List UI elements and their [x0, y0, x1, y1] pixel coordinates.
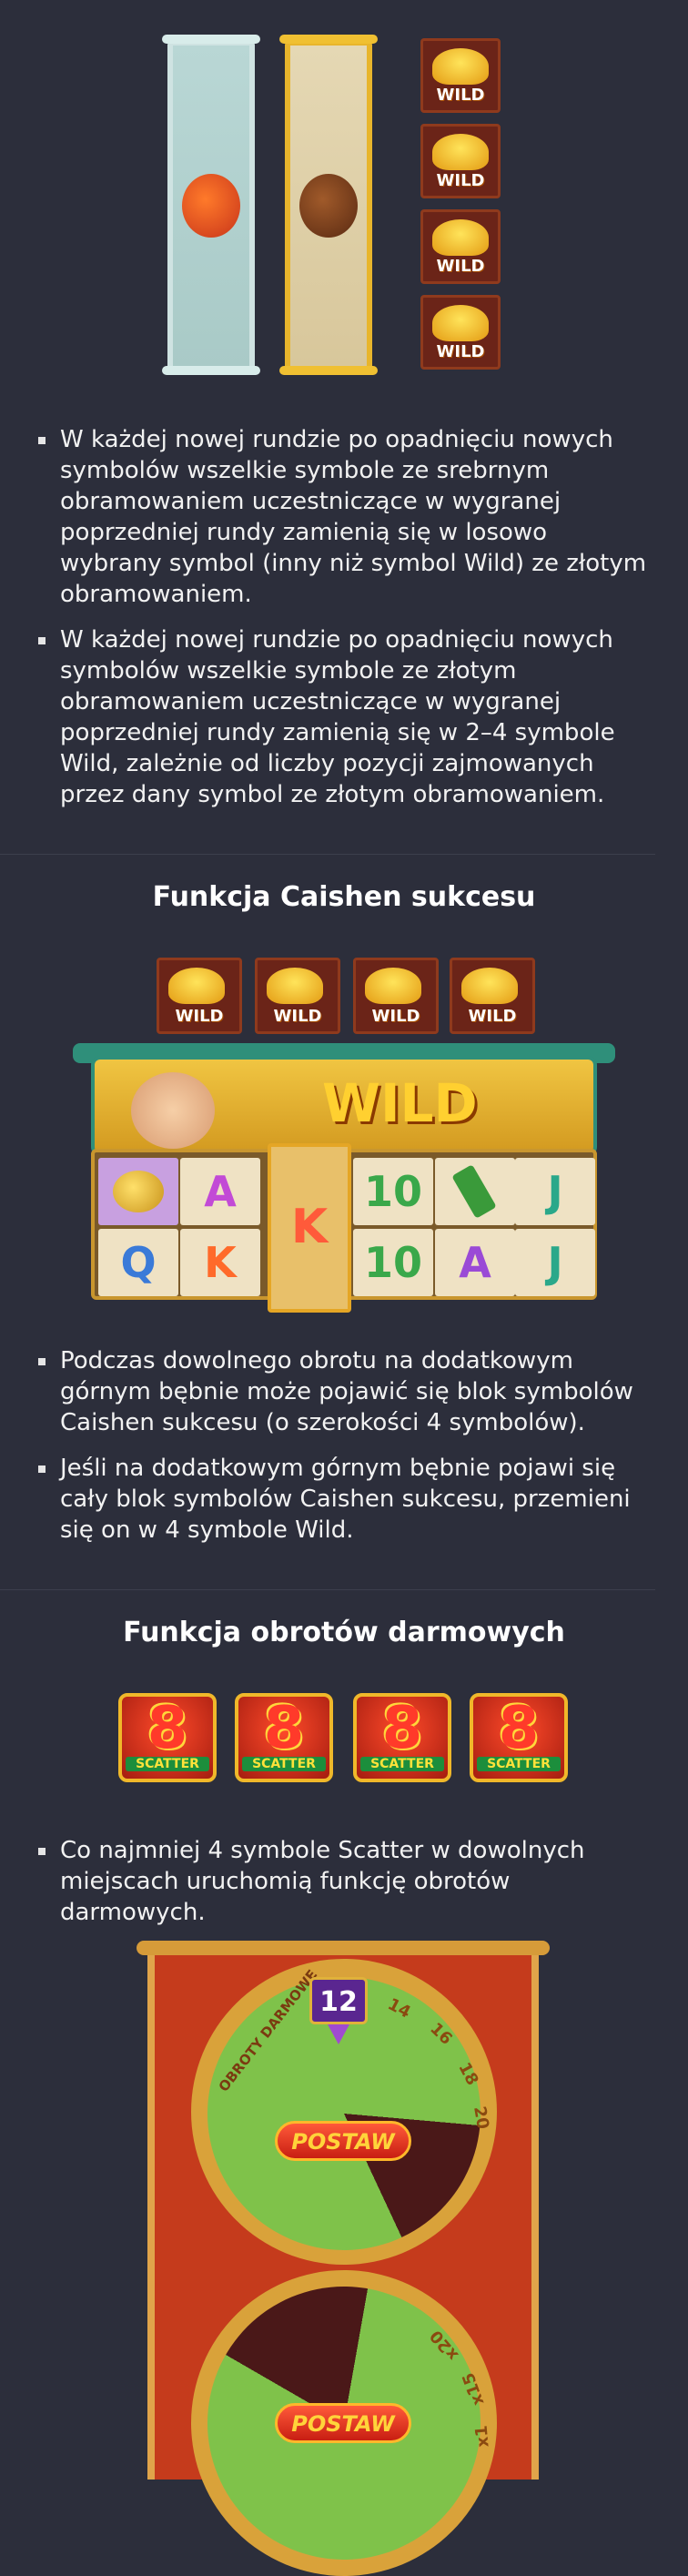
golden-toad-icon [113, 1171, 164, 1212]
scatter-number: 8 [147, 1695, 188, 1762]
scatter-label: SCATTER [242, 1757, 326, 1771]
bamboo-symbol [435, 1158, 515, 1225]
list-item: Jeśli na dodatkowym górnym bębnie pojawi… [36, 1453, 655, 1546]
scatter-symbol: 8 SCATTER [470, 1693, 568, 1782]
scatter-symbol: 8 SCATTER [353, 1693, 451, 1782]
reel-grid: A K 10 J Q K 10 A J [91, 1143, 597, 1313]
scatter-symbol: 8 SCATTER [118, 1693, 217, 1782]
wild-label: WILD [468, 1007, 517, 1026]
caishen-character [131, 1072, 215, 1149]
section-divider [0, 1589, 655, 1590]
symbol-10: 10 [353, 1158, 433, 1225]
free-spins-count-badge: 12 [309, 1977, 368, 2024]
gold-ingot-icon [432, 219, 489, 256]
symbol-a: A [180, 1158, 260, 1225]
symbol-q: Q [98, 1229, 178, 1296]
symbol-10: 10 [353, 1229, 433, 1296]
scatter-number: 8 [381, 1695, 423, 1762]
wild-label: WILD [436, 86, 485, 105]
symbol-a: A [435, 1229, 515, 1296]
section-divider [0, 854, 655, 855]
gold-ingot-icon [365, 968, 421, 1004]
list-item: Co najmniej 4 symbole Scatter w dowolnyc… [36, 1835, 655, 1928]
gold-ingot-icon [432, 305, 489, 341]
spin-button[interactable]: POSTAW [275, 2403, 411, 2443]
symbol-j: J [515, 1158, 595, 1225]
caishen-banner: WILD [91, 1056, 597, 1156]
wild-label: WILD [436, 342, 485, 361]
wild-label: WILD [436, 257, 485, 276]
wild-symbol: WILD [353, 958, 439, 1034]
wild-label: WILD [175, 1007, 224, 1026]
reel-cap-top [162, 35, 260, 44]
wild-symbol: WILD [420, 209, 501, 284]
symbol-k: K [290, 1200, 329, 1254]
wild-label: WILD [273, 1007, 322, 1026]
silver-frame-reel [167, 40, 255, 371]
wild-symbol: WILD [157, 958, 242, 1034]
symbol-j: J [515, 1229, 595, 1296]
scroll-rod [137, 1941, 550, 1955]
free-spins-rules-list: Co najmniej 4 symbole Scatter w dowolnyc… [36, 1835, 655, 1942]
scatter-symbol: 8 SCATTER [235, 1693, 333, 1782]
wild-symbol: WILD [450, 958, 535, 1034]
wild-symbol: WILD [255, 958, 340, 1034]
gold-ingot-icon [168, 968, 225, 1004]
scatter-label: SCATTER [477, 1757, 561, 1771]
wild-label: WILD [371, 1007, 420, 1026]
scatter-number: 8 [498, 1695, 540, 1762]
symbol-k: K [180, 1229, 260, 1296]
wild-symbol: WILD [420, 38, 501, 113]
multiplier-label: x1 [471, 2424, 493, 2449]
gold-ingot-icon [432, 48, 489, 85]
wild-label: WILD [436, 171, 485, 190]
caishen-rules-list: Podczas dowolnego obrotu na dodatkowym g… [36, 1345, 655, 1560]
wheel-pointer-icon [328, 2024, 349, 2044]
reel-cap-top [279, 35, 378, 44]
frame-rules-list: W każdej nowej rundzie po opadnięciu now… [36, 424, 655, 825]
wild-symbol: WILD [420, 295, 501, 370]
scatter-label: SCATTER [360, 1757, 444, 1771]
gold-ingot-icon [461, 968, 518, 1004]
reel-cap-bottom [162, 366, 260, 375]
list-item: W każdej nowej rundzie po opadnięciu now… [36, 424, 655, 610]
list-item: W każdej nowej rundzie po opadnięciu now… [36, 624, 655, 810]
gold-frame-reel [285, 40, 372, 371]
bamboo-icon [451, 1164, 497, 1219]
section-title: Funkcja Caishen sukcesu [152, 881, 536, 913]
reel-cap-bottom [279, 366, 378, 375]
gold-ingot-icon [432, 134, 489, 170]
wheel-tick-20: 20 [470, 2104, 493, 2131]
gold-frame-k-symbol: K [268, 1143, 351, 1313]
scatter-number: 8 [263, 1695, 305, 1762]
scatter-label: SCATTER [126, 1757, 209, 1771]
coin-symbol [299, 174, 358, 238]
frog-symbol [98, 1158, 178, 1225]
koi-fish-symbol [182, 174, 240, 238]
spin-button[interactable]: POSTAW [275, 2121, 411, 2161]
list-item: Podczas dowolnego obrotu na dodatkowym g… [36, 1345, 655, 1438]
wild-symbol: WILD [420, 124, 501, 198]
section-title: Funkcja obrotów darmowych [123, 1617, 565, 1648]
banner-wild-text: WILD [322, 1072, 478, 1134]
gold-ingot-icon [267, 968, 323, 1004]
